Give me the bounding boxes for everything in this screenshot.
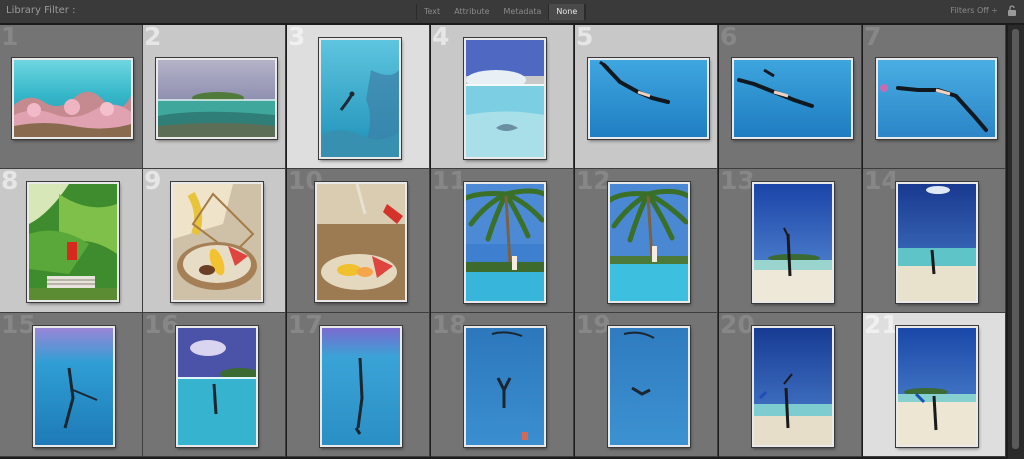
scrollbar[interactable] [1008, 25, 1024, 459]
library-filter-label: Library Filter : [6, 5, 76, 16]
filter-tab-text[interactable]: Text [417, 4, 447, 20]
beach-photo-icon[interactable] [752, 182, 834, 303]
cell-index-number: 11 [432, 169, 467, 195]
grid-cell[interactable]: 19 [575, 313, 718, 457]
cell-index-number: 9 [144, 169, 162, 195]
fruit-platter-photo-icon[interactable] [171, 182, 263, 302]
cell-index-number: 2 [144, 25, 162, 51]
palm-pool-photo-icon[interactable] [608, 182, 690, 303]
grid-cell[interactable]: 15 [0, 313, 143, 457]
cell-index-number: 16 [144, 313, 179, 339]
underwater-diver-photo-icon[interactable] [608, 326, 690, 447]
scrollbar-thumb[interactable] [1012, 29, 1019, 449]
island-over-under-photo-icon[interactable] [156, 58, 277, 139]
cell-index-number: 20 [720, 313, 755, 339]
filter-tab-attribute[interactable]: Attribute [447, 4, 496, 20]
library-filter-bar: Library Filter : Text Attribute Metadata… [0, 0, 1024, 24]
cell-index-number: 19 [576, 313, 611, 339]
thumbnail-grid: 1 2 3 4 5 6 7 8 9 10 11 12 13 14 15 16 1… [0, 25, 1008, 459]
cell-index-number: 1 [1, 25, 19, 51]
palm-pool-photo-icon[interactable] [464, 182, 546, 303]
freediver-photo-icon[interactable] [588, 58, 709, 139]
grid-cell[interactable]: 3 [287, 25, 430, 169]
cell-index-number: 3 [288, 25, 306, 51]
grid-cell[interactable]: 20 [719, 313, 862, 457]
beach-photo-icon[interactable] [896, 182, 978, 303]
grid-cell[interactable]: 11 [431, 169, 574, 313]
filter-tabs: Text Attribute Metadata None [416, 4, 587, 20]
over-under-diver-photo-icon[interactable] [176, 326, 258, 447]
cell-index-number: 14 [864, 169, 899, 195]
beach-fins-photo-icon[interactable] [752, 326, 834, 447]
grid-cell[interactable]: 2 [143, 25, 286, 169]
grid-cell[interactable]: 10 [287, 169, 430, 313]
cell-index-number: 18 [432, 313, 467, 339]
stingray-over-under-photo-icon[interactable] [464, 38, 546, 159]
grid-cell[interactable]: 4 [431, 25, 574, 169]
grid-cell[interactable]: 13 [719, 169, 862, 313]
fruit-platter-photo-icon[interactable] [315, 182, 407, 302]
grid-cell[interactable]: 9 [143, 169, 286, 313]
freediver-photo-icon[interactable] [732, 58, 853, 139]
lock-icon[interactable] [1007, 5, 1017, 17]
cell-index-number: 7 [864, 25, 882, 51]
cell-index-number: 12 [576, 169, 611, 195]
grid-cell[interactable]: 12 [575, 169, 718, 313]
grid-cell[interactable]: 21 [863, 313, 1006, 457]
grid-cell[interactable]: 6 [719, 25, 862, 169]
underwater-diver-photo-icon[interactable] [464, 326, 546, 447]
reef-photo-icon[interactable] [12, 58, 133, 139]
grid-cell[interactable]: 7 [863, 25, 1006, 169]
grid-cell[interactable]: 5 [575, 25, 718, 169]
filter-tab-none[interactable]: None [548, 4, 586, 20]
grid-cell[interactable]: 8 [0, 169, 143, 313]
filter-tab-metadata[interactable]: Metadata [497, 4, 549, 20]
underwater-diver-photo-icon[interactable] [320, 326, 402, 447]
jungle-villa-photo-icon[interactable] [27, 182, 119, 302]
cell-index-number: 4 [432, 25, 450, 51]
grid-cell[interactable]: 18 [431, 313, 574, 457]
freediver-photo-icon[interactable] [876, 58, 997, 139]
cell-index-number: 13 [720, 169, 755, 195]
grid-cell[interactable]: 14 [863, 169, 1006, 313]
grid-cell[interactable]: 16 [143, 313, 286, 457]
underwater-diver-photo-icon[interactable] [33, 326, 115, 447]
cell-index-number: 8 [1, 169, 19, 195]
cell-index-number: 21 [864, 313, 899, 339]
cell-index-number: 6 [720, 25, 738, 51]
beach-fins-photo-icon[interactable] [896, 326, 978, 447]
cell-index-number: 17 [288, 313, 323, 339]
filters-off-dropdown[interactable]: Filters Off ÷ [950, 6, 998, 15]
diver-reef-photo-icon[interactable] [319, 38, 401, 159]
cell-index-number: 15 [1, 313, 36, 339]
grid-cell[interactable]: 1 [0, 25, 143, 169]
grid-cell[interactable]: 17 [287, 313, 430, 457]
cell-index-number: 5 [576, 25, 594, 51]
